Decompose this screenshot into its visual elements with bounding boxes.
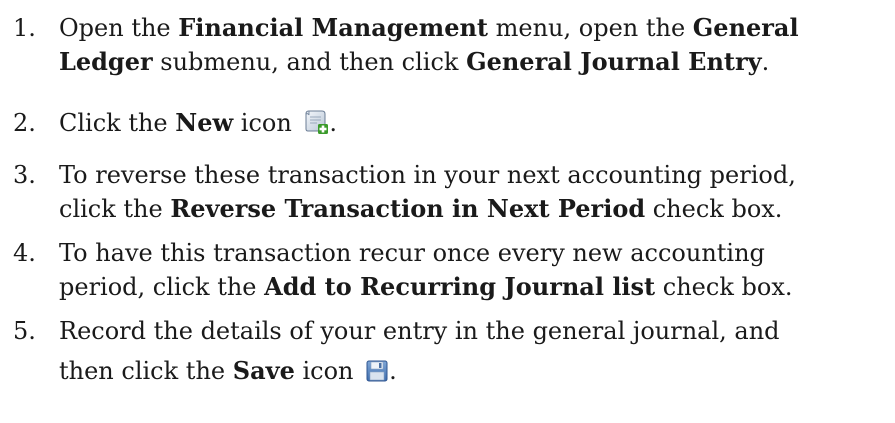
command-name: General Journal Entry xyxy=(466,47,762,76)
text: then click the xyxy=(59,357,233,385)
text: Record the details of your entry in the … xyxy=(59,317,780,345)
text: . xyxy=(329,109,338,137)
text: . xyxy=(761,48,770,76)
text: check box. xyxy=(655,273,793,301)
text: To reverse these transaction in your nex… xyxy=(59,161,796,189)
step-text: Open the Financial Management menu, open… xyxy=(59,11,895,79)
step-number: 3. xyxy=(13,161,36,189)
checkbox-name: Reverse Transaction in Next Period xyxy=(170,194,646,223)
step-line: Open the Financial Management menu, open… xyxy=(59,11,895,45)
text: click the xyxy=(59,195,171,223)
save-floppy-icon xyxy=(365,358,389,392)
text: period, click the xyxy=(59,273,265,301)
step-line: Click the New icon . xyxy=(59,106,895,140)
menu-name: Financial Management xyxy=(178,13,488,42)
menu-name: General xyxy=(692,13,799,42)
instruction-list: 1. Open the Financial Management menu, o… xyxy=(0,0,895,423)
step-number: 2. xyxy=(13,109,36,137)
command-name: New xyxy=(175,108,234,137)
step-number: 4. xyxy=(13,239,36,267)
menu-name: Ledger xyxy=(59,47,153,76)
step-line: To have this transaction recur once ever… xyxy=(59,236,895,270)
step-line: Record the details of your entry in the … xyxy=(59,314,895,348)
text: menu, open the xyxy=(488,14,693,42)
text: Click the xyxy=(59,109,176,137)
text: icon xyxy=(233,109,300,137)
step-text: To reverse these transaction in your nex… xyxy=(59,158,895,226)
text: submenu, and then click xyxy=(152,48,467,76)
step-line: period, click the Add to Recurring Journ… xyxy=(59,270,895,304)
text: Open the xyxy=(59,14,179,42)
text: To have this transaction recur once ever… xyxy=(59,239,765,267)
step-line: click the Reverse Transaction in Next Pe… xyxy=(59,192,895,226)
step-text: Click the New icon . xyxy=(59,106,895,140)
step-number: 1. xyxy=(13,14,36,42)
step-line: To reverse these transaction in your nex… xyxy=(59,158,895,192)
step-line: Ledger submenu, and then click General J… xyxy=(59,45,895,79)
step-line: then click the Save icon . xyxy=(59,354,895,388)
checkbox-name: Add to Recurring Journal list xyxy=(264,272,656,301)
new-document-icon xyxy=(303,109,329,144)
command-name: Save xyxy=(232,356,295,385)
text: . xyxy=(389,357,397,385)
step-number: 5. xyxy=(13,317,36,345)
step-text: Record the details of your entry in the … xyxy=(59,314,895,388)
text: check box. xyxy=(645,195,783,223)
step-text: To have this transaction recur once ever… xyxy=(59,236,895,304)
text: icon xyxy=(294,357,362,385)
